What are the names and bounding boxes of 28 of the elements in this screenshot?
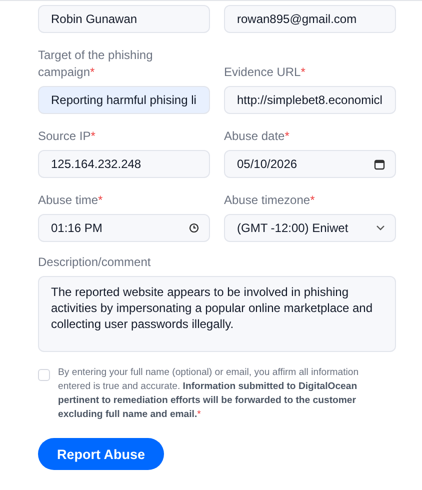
input-field[interactable]: rowan895@gmail.com (224, 5, 396, 33)
field-label: Evidence URL* (224, 64, 306, 81)
field-label: Target of the phishing campaign* (38, 47, 154, 81)
required-asterisk: * (300, 65, 306, 79)
required-asterisk: * (98, 193, 103, 207)
field-label: Abuse date* (224, 128, 290, 145)
input-field[interactable]: 125.164.232.248 (38, 150, 210, 178)
select-field[interactable]: (GMT -12:00) Eniwet (224, 214, 396, 242)
calendar-icon[interactable] (374, 158, 385, 170)
required-asterisk: * (284, 129, 290, 143)
field-label: Abuse time* (38, 192, 104, 209)
report-abuse-button[interactable]: Report Abuse (38, 438, 164, 470)
required-asterisk: * (90, 129, 96, 143)
checkbox[interactable] (38, 369, 50, 381)
required-asterisk: * (90, 65, 95, 79)
required-asterisk: * (310, 193, 315, 207)
field-label: Description/comment (38, 254, 152, 271)
textarea-field[interactable]: The reported website appears to be involved in phishing activities by impersonating a popular online marketplace and collecting user passwords illegally. (38, 276, 396, 352)
input-field[interactable]: Robin Gunawan (38, 5, 210, 33)
clock-icon[interactable] (189, 223, 199, 233)
chevron-down-icon[interactable] (376, 225, 385, 231)
input-field[interactable]: 05/10/2026 (224, 150, 396, 178)
input-field[interactable]: Reporting harmful phising li (38, 86, 210, 114)
field-label: Source IP* (38, 128, 96, 145)
input-field[interactable]: 01:16 PM (38, 214, 210, 242)
input-field[interactable]: http://simplebet8.economicl (224, 86, 396, 114)
consent-text: By entering your full name (optional) or email, you affirm all information entered is true and accurate. Information submitted to DigitalOcean pertinent to remediation efforts will be forwarded to the customer excluding full name and email.* (58, 366, 360, 422)
field-label: Abuse timezone* (224, 192, 316, 209)
